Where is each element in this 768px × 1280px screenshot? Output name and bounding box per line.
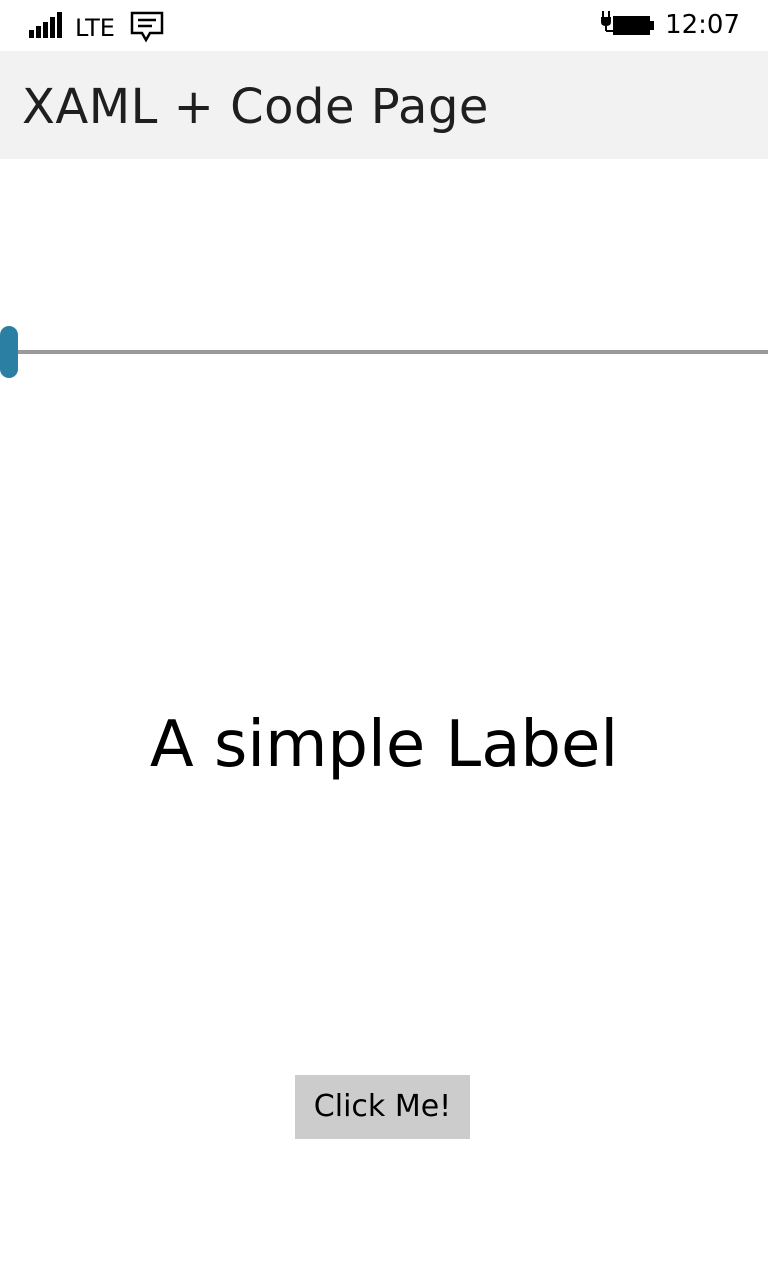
clock: 12:07 [665,10,740,40]
click-me-button[interactable]: Click Me! [295,1075,470,1139]
message-icon [130,11,164,43]
slider[interactable] [0,324,768,380]
battery-charging-icon [601,11,654,35]
status-bar: LTE 12:07 [0,0,768,51]
simple-label: A simple Label [149,708,619,782]
network-type: LTE [75,14,115,42]
slider-thumb[interactable] [0,326,18,378]
signal-bars-icon [29,12,62,38]
screen: LTE 12:07 XAML + Code Page A simple Labe… [0,0,768,1280]
title-bar: XAML + Code Page [0,51,768,159]
slider-track[interactable] [0,350,768,354]
page-title: XAML + Code Page [22,79,489,135]
